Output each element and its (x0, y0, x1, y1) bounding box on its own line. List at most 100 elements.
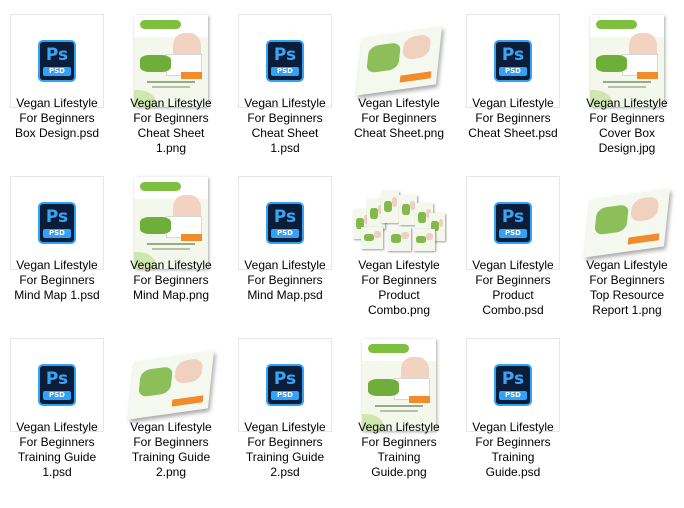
image-thumbnail (353, 187, 445, 259)
file-item[interactable]: Vegan Lifestyle For Beginners Cheat Shee… (342, 0, 456, 160)
ps-letters: Ps (45, 45, 69, 65)
file-thumbnail[interactable]: Ps PSD (466, 176, 560, 270)
psd-band: PSD (499, 67, 527, 76)
file-item[interactable]: Ps PSD Vegan Lifestyle For Beginners Train… (456, 324, 570, 484)
file-name[interactable]: Vegan Lifestyle For Beginners Training G… (228, 420, 342, 480)
file-thumbnail[interactable]: Ps PSD (10, 176, 104, 270)
file-thumbnail[interactable] (352, 176, 446, 270)
psd-band: PSD (271, 391, 299, 400)
file-thumbnail[interactable]: Ps PSD (466, 14, 560, 108)
cover-veg (139, 55, 171, 73)
image-thumbnail (127, 350, 215, 420)
file-name[interactable]: Vegan Lifestyle For Beginners Product Co… (456, 258, 570, 318)
photoshop-file-icon: Ps PSD (266, 40, 304, 82)
file-name[interactable]: Vegan Lifestyle For Beginners Cheat Shee… (114, 96, 228, 156)
file-name[interactable]: Vegan Lifestyle For Beginners Mind Map 1… (0, 258, 114, 303)
cover-orange (181, 72, 203, 80)
file-name[interactable]: Vegan Lifestyle For Beginners Top Resour… (570, 258, 684, 318)
combo-piece (361, 227, 383, 249)
cover-text2 (151, 247, 191, 250)
file-thumbnail[interactable]: Ps PSD (238, 338, 332, 432)
file-item[interactable]: Ps PSD Vegan Lifestyle For Beginners Train… (0, 324, 114, 484)
file-thumbnail[interactable]: Ps PSD (466, 338, 560, 432)
psd-band: PSD (43, 67, 71, 76)
cover-text1 (603, 81, 651, 84)
image-thumbnail (355, 26, 443, 96)
photoshop-file-icon: Ps PSD (38, 364, 76, 406)
cover-veg (367, 379, 399, 397)
file-thumbnail[interactable]: Ps PSD (238, 176, 332, 270)
file-thumbnail[interactable] (124, 14, 218, 108)
combo-piece (381, 191, 399, 223)
cover-text2 (379, 409, 419, 412)
file-item[interactable]: Vegan Lifestyle For Beginners Training G… (342, 324, 456, 484)
file-thumbnail[interactable] (580, 14, 674, 108)
book-detail-a (594, 204, 629, 236)
image-thumbnail (583, 188, 671, 258)
book-detail-c (627, 233, 660, 245)
file-item[interactable]: Vegan Lifestyle For Beginners Cover Box … (570, 0, 684, 160)
ps-letters: Ps (273, 207, 297, 227)
file-item[interactable]: Vegan Lifestyle For Beginners Cheat Shee… (114, 0, 228, 160)
photoshop-file-icon: Ps PSD (38, 202, 76, 244)
cover-veg (139, 217, 171, 235)
image-thumbnail (590, 15, 664, 107)
photoshop-file-icon: Ps PSD (38, 40, 76, 82)
file-name[interactable]: Vegan Lifestyle For Beginners Training G… (114, 420, 228, 480)
cover-orange (637, 72, 659, 80)
file-item[interactable]: Ps PSD Vegan Lifestyle For Beginners Mind … (228, 162, 342, 322)
file-name[interactable]: Vegan Lifestyle For Beginners Training G… (0, 420, 114, 480)
psd-band: PSD (499, 229, 527, 238)
file-thumbnail[interactable] (124, 176, 218, 270)
file-thumbnail[interactable] (352, 338, 446, 432)
ps-letters: Ps (45, 369, 69, 389)
file-name[interactable]: Vegan Lifestyle For Beginners Cheat Shee… (228, 96, 342, 156)
file-thumbnail[interactable] (352, 14, 446, 108)
file-thumbnail[interactable]: Ps PSD (238, 14, 332, 108)
file-name[interactable]: Vegan Lifestyle For Beginners Box Design… (0, 96, 114, 141)
psd-band: PSD (499, 391, 527, 400)
file-item[interactable]: Ps PSD Vegan Lifestyle For Beginners Box D… (0, 0, 114, 160)
combo-piece (387, 227, 411, 251)
file-name[interactable]: Vegan Lifestyle For Beginners Cover Box … (570, 96, 684, 156)
file-name[interactable]: Vegan Lifestyle For Beginners Training G… (342, 420, 456, 480)
file-thumbnail[interactable] (124, 338, 218, 432)
book-detail-a (138, 366, 173, 398)
cover-text1 (147, 243, 195, 246)
file-name[interactable]: Vegan Lifestyle For Beginners Product Co… (342, 258, 456, 318)
file-thumbnail[interactable] (580, 176, 674, 270)
file-item[interactable]: Ps PSD Vegan Lifestyle For Beginners Produ… (456, 162, 570, 322)
file-name[interactable]: Vegan Lifestyle For Beginners Cheat Shee… (342, 96, 456, 141)
file-name[interactable]: Vegan Lifestyle For Beginners Mind Map.p… (114, 258, 228, 303)
cover-logo (595, 19, 637, 29)
file-item[interactable]: Vegan Lifestyle For Beginners Mind Map.p… (114, 162, 228, 322)
cover-text1 (147, 81, 195, 84)
file-item[interactable]: Ps PSD Vegan Lifestyle For Beginners Mind … (0, 162, 114, 322)
file-item[interactable]: Ps PSD Vegan Lifestyle For Beginners Cheat… (228, 0, 342, 160)
image-thumbnail (362, 339, 436, 431)
cover-logo (139, 181, 181, 191)
book-detail-b (402, 33, 432, 61)
file-item[interactable]: Ps PSD Vegan Lifestyle For Beginners Train… (228, 324, 342, 484)
file-item[interactable]: Vegan Lifestyle For Beginners Product Co… (342, 162, 456, 322)
file-thumbnail[interactable]: Ps PSD (10, 14, 104, 108)
ps-letters: Ps (273, 45, 297, 65)
ps-letters: Ps (45, 207, 69, 227)
file-name[interactable]: Vegan Lifestyle For Beginners Cheat Shee… (456, 96, 570, 141)
psd-band: PSD (271, 67, 299, 76)
photoshop-file-icon: Ps PSD (266, 202, 304, 244)
cover-text1 (375, 405, 423, 408)
photoshop-file-icon: Ps PSD (494, 202, 532, 244)
file-item[interactable]: Vegan Lifestyle For Beginners Top Resour… (570, 162, 684, 322)
file-item[interactable]: Ps PSD Vegan Lifestyle For Beginners Cheat… (456, 0, 570, 160)
file-item[interactable]: Vegan Lifestyle For Beginners Training G… (114, 324, 228, 484)
psd-band: PSD (43, 391, 71, 400)
photoshop-file-icon: Ps PSD (494, 364, 532, 406)
cover-text2 (607, 85, 647, 88)
file-name[interactable]: Vegan Lifestyle For Beginners Training G… (456, 420, 570, 480)
file-name[interactable]: Vegan Lifestyle For Beginners Mind Map.p… (228, 258, 342, 303)
book-detail-b (174, 357, 204, 385)
file-thumbnail[interactable]: Ps PSD (10, 338, 104, 432)
book-detail-c (171, 395, 204, 407)
cover-orange (181, 234, 203, 242)
